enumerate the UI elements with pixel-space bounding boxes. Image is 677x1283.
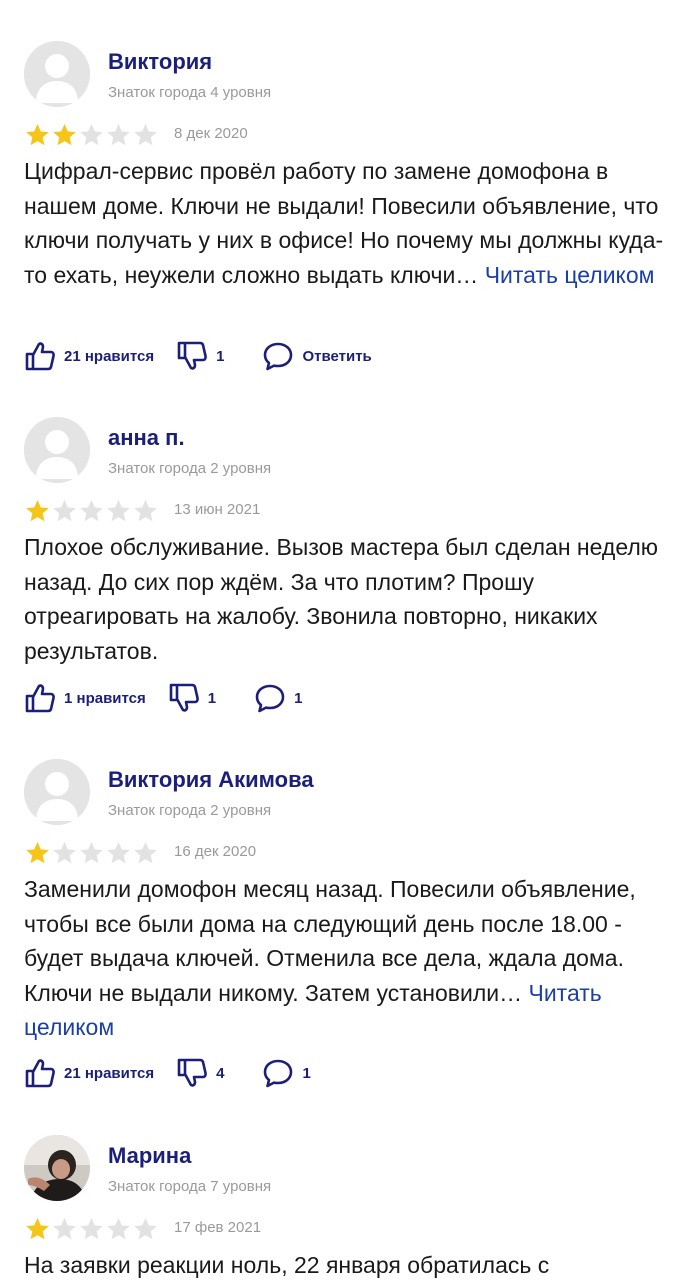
review-text-body: Плохое обслуживание. Вызов мастера был с…: [24, 534, 659, 664]
reply-label: Ответить: [302, 347, 372, 365]
star-empty-icon: [53, 841, 76, 864]
review-date: 8 дек 2020: [174, 125, 248, 142]
user-placeholder-icon: [24, 417, 90, 483]
star-empty-icon: [80, 1217, 103, 1240]
like-button[interactable]: 21 нравится: [24, 1057, 154, 1089]
comment-bubble-icon: [264, 1059, 293, 1088]
star-empty-icon: [134, 499, 157, 522]
like-button[interactable]: 1 нравится: [24, 682, 146, 714]
star-empty-icon: [53, 1217, 76, 1240]
thumbs-up-icon: [25, 684, 55, 713]
review-text: Цифрал-сервис провёл работу по замене до…: [24, 154, 664, 292]
author-name[interactable]: Виктория: [108, 49, 212, 75]
author-name[interactable]: Виктория Акимова: [108, 767, 314, 793]
star-filled-icon: [26, 499, 49, 522]
star-empty-icon: [53, 499, 76, 522]
star-filled-icon: [53, 123, 76, 146]
user-placeholder-icon: [24, 41, 90, 107]
comments-count: 1: [302, 1064, 311, 1082]
avatar[interactable]: [24, 759, 90, 825]
comments-count: 1: [294, 689, 303, 707]
thumbs-down-icon: [177, 341, 208, 370]
star-empty-icon: [107, 841, 130, 864]
thumbs-down-icon: [169, 683, 199, 712]
user-placeholder-icon: [24, 759, 90, 825]
star-empty-icon: [80, 499, 103, 522]
rating-stars: [24, 1216, 159, 1242]
star-empty-icon: [107, 123, 130, 146]
review-text-body: На заявки реакции ноль, 22 января обрати…: [24, 1252, 550, 1278]
star-empty-icon: [107, 499, 130, 522]
user-photo-icon: [24, 1135, 90, 1201]
dislike-button[interactable]: 4: [176, 1057, 224, 1089]
star-filled-icon: [26, 841, 49, 864]
star-empty-icon: [107, 1217, 130, 1240]
dislikes-count: 1: [216, 347, 225, 365]
comment-button[interactable]: 1: [254, 682, 302, 714]
review-actions: 21 нравится 4 1: [24, 1055, 311, 1091]
star-empty-icon: [134, 1217, 157, 1240]
author-level: Знаток города 2 уровня: [108, 460, 272, 477]
review-date: 17 фев 2021: [174, 1219, 262, 1236]
dislikes-count: 1: [207, 689, 217, 707]
dislike-button[interactable]: 1: [168, 682, 216, 714]
likes-count: 1 нравится: [64, 689, 146, 707]
author-level: Знаток города 2 уровня: [108, 802, 272, 819]
review-text: На заявки реакции ноль, 22 января обрати…: [24, 1248, 664, 1283]
read-more-link[interactable]: Читать целиком: [485, 262, 655, 288]
comment-bubble-icon: [264, 342, 293, 371]
dislike-button[interactable]: 1: [176, 340, 224, 372]
likes-count: 21 нравится: [64, 1064, 155, 1082]
star-filled-icon: [26, 1217, 49, 1240]
author-level: Знаток города 4 уровня: [108, 84, 272, 101]
comment-bubble-icon: [255, 684, 285, 713]
like-button[interactable]: 21 нравится: [24, 340, 154, 372]
star-empty-icon: [80, 123, 103, 146]
author-name[interactable]: Марина: [108, 1143, 191, 1169]
rating-stars: [24, 498, 159, 524]
review-date: 16 дек 2020: [174, 843, 257, 860]
star-empty-icon: [134, 841, 157, 864]
comment-button[interactable]: 1: [262, 1057, 311, 1089]
rating-stars: [24, 840, 159, 866]
thumbs-up-icon: [25, 342, 55, 371]
author-name[interactable]: анна п.: [108, 425, 185, 451]
star-empty-icon: [134, 123, 157, 146]
dislikes-count: 4: [216, 1064, 225, 1082]
review-date: 13 июн 2021: [174, 501, 261, 518]
star-empty-icon: [80, 841, 103, 864]
avatar-photo[interactable]: [24, 1135, 90, 1201]
star-filled-icon: [26, 123, 49, 146]
review-actions: 21 нравится 1 Ответить: [24, 338, 372, 374]
avatar[interactable]: [24, 417, 90, 483]
rating-stars: [24, 122, 159, 148]
thumbs-up-icon: [25, 1059, 55, 1088]
review-text: Заменили домофон месяц назад. Повесили о…: [24, 872, 664, 1045]
author-level: Знаток города 7 уровня: [108, 1178, 272, 1195]
thumbs-down-icon: [177, 1058, 208, 1087]
likes-count: 21 нравится: [64, 347, 155, 365]
reply-button[interactable]: Ответить: [262, 340, 372, 372]
review-text: Плохое обслуживание. Вызов мастера был с…: [24, 530, 664, 668]
avatar[interactable]: [24, 41, 90, 107]
review-actions: 1 нравится 1 1: [24, 680, 302, 716]
